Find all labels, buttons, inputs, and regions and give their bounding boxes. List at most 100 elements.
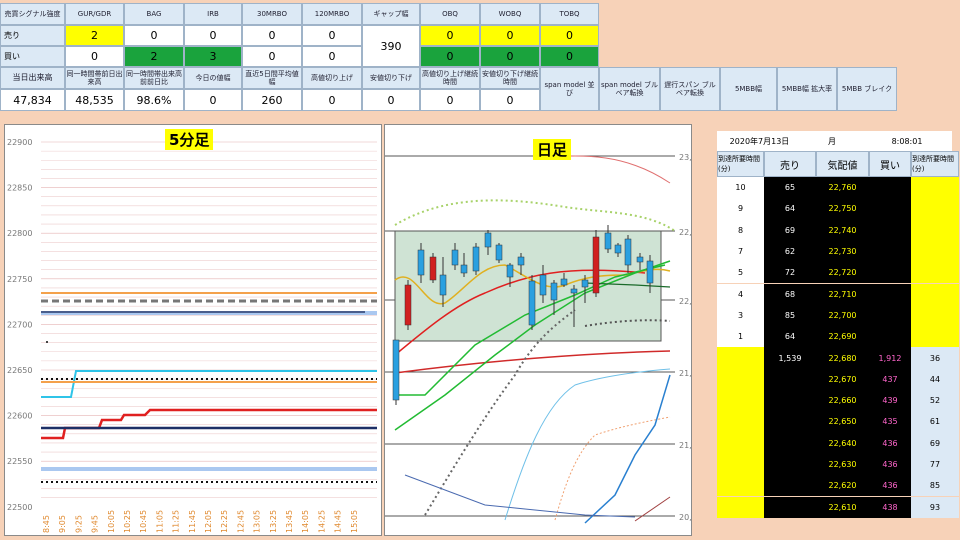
line-cyan [41,370,377,398]
val-hh-duration: 0 [420,89,480,111]
bid-left-empty [717,347,764,369]
hdr-ll-duration: 安値切り下げ継続時間 [480,67,540,89]
buy-bag: 2 [124,46,184,67]
bid-qty: 436 [869,453,911,476]
ytick-daily: 21,700 [679,369,691,378]
bid-time: 77 [911,453,959,476]
ytick-5min: 22850 [7,184,32,193]
bid-left-empty [717,368,764,390]
sell-irb: 0 [184,25,242,46]
candlestick [451,249,459,266]
sell-obq: 0 [420,25,480,46]
bid-price: 22,680 [816,347,869,369]
sell-30mrbo: 0 [242,25,302,46]
sell-gur: 2 [65,25,124,46]
ask-time: 5 [717,262,764,284]
hdr-time-right: 到達所要時間(分) [911,151,959,177]
bid-price: 22,670 [816,368,869,390]
ask-buy-empty [869,219,911,241]
hdr-5mbb-break: 5MBB ブレイク [837,67,897,111]
xtick-5min: 15:05 [350,510,359,533]
bid-sell [764,453,816,476]
candlestick [429,256,437,281]
bid-qty: 438 [869,496,911,518]
bid-price: 22,630 [816,453,869,476]
buy-gur: 0 [65,46,124,67]
bid-sell [764,432,816,454]
row-label-buy: 買い [0,46,65,67]
gap-value: 390 [362,25,420,67]
hdr-prev-volume: 同一時間帯前日出来高 [65,67,124,89]
buy-tobq: 0 [540,46,599,67]
hdr-5mbb-expansion: 5MBB幅 拡大率 [777,67,837,111]
ytick-daily: 22,700 [679,228,691,237]
bid-price: 22,620 [816,475,869,497]
ytick-5min: 22600 [7,412,32,421]
candlestick [392,339,400,401]
xtick-5min: 14:05 [301,510,310,533]
xtick-5min: 10:45 [139,510,148,533]
ask-time: 7 [717,240,764,263]
hdr-wobq: WOBQ [480,3,540,25]
candlestick [506,264,514,278]
ask-right-empty [911,198,959,220]
hdr-bag: BAG [124,3,184,25]
hdr-volume-ratio: 同一時間帯出来高前前日比 [124,67,184,89]
line-peach-dotted [554,416,671,521]
candlestick [604,232,612,250]
ask-price: 22,700 [816,304,869,327]
ask-right-empty [911,262,959,284]
board-date: 2020年7月13日 [717,131,802,151]
hdr-buy: 買い [869,151,911,177]
val-ll-duration: 0 [480,89,540,111]
hdr-span-bullbear: span model ブルベア転換 [599,67,660,111]
ask-time: 10 [717,177,764,199]
ask-qty: 85 [764,304,816,327]
ask-time: 9 [717,198,764,220]
candlestick [636,256,644,263]
chart-5min: 22900 22850 22800 22750 22700 22650 22600 22550… [7,138,377,533]
candlestick [484,232,492,248]
candlestick [592,236,600,294]
ask-buy-empty [869,198,911,220]
xtick-5min: 8:45 [42,515,51,533]
val-higher-high: 0 [302,89,362,111]
bid-qty: 439 [869,390,911,412]
line-bb-upper [394,199,676,232]
ask-qty: 64 [764,198,816,220]
ask-right-empty [911,240,959,263]
hdr-obq: OBQ [420,3,480,25]
chart-daily-title: 日足 [533,139,572,160]
bid-qty: 437 [869,368,911,390]
sell-tobq: 0 [540,25,599,46]
row-label-sell: 売り [0,25,65,46]
bid-left-empty [717,453,764,476]
bid-price: 22,650 [816,411,869,433]
xtick-5min: 14:45 [334,510,343,533]
ask-buy-empty [869,304,911,327]
ytick-5min: 22650 [7,366,32,375]
xtick-5min: 11:05 [155,510,164,533]
bid-price: 22,660 [816,390,869,412]
xtick-5min: 9:05 [58,515,67,533]
ask-qty: 62 [764,240,816,263]
xtick-5min: 9:45 [91,515,100,533]
bid-qty: 1,912 [869,347,911,369]
bid-sell [764,368,816,390]
buy-120mrbo: 0 [302,46,362,67]
hdr-lagging-span: 遅行スパン ブルベア転換 [660,67,720,111]
bid-price: 22,640 [816,432,869,454]
sell-120mrbo: 0 [302,25,362,46]
ask-time: 3 [717,304,764,327]
candlestick [570,288,578,294]
hdr-price: 気配値 [816,151,869,177]
bid-time: 61 [911,411,959,433]
bid-sell: 1,539 [764,347,816,369]
hdr-tobq: TOBQ [540,3,599,25]
ytick-daily: 22,200 [679,297,691,306]
buy-irb: 3 [184,46,242,67]
buy-wobq: 0 [480,46,540,67]
xtick-5min: 9:25 [74,515,83,533]
chart-daily: 23,200 22,700 22,200 21,700 21,200 20,70… [385,153,691,524]
candlestick [404,284,412,326]
